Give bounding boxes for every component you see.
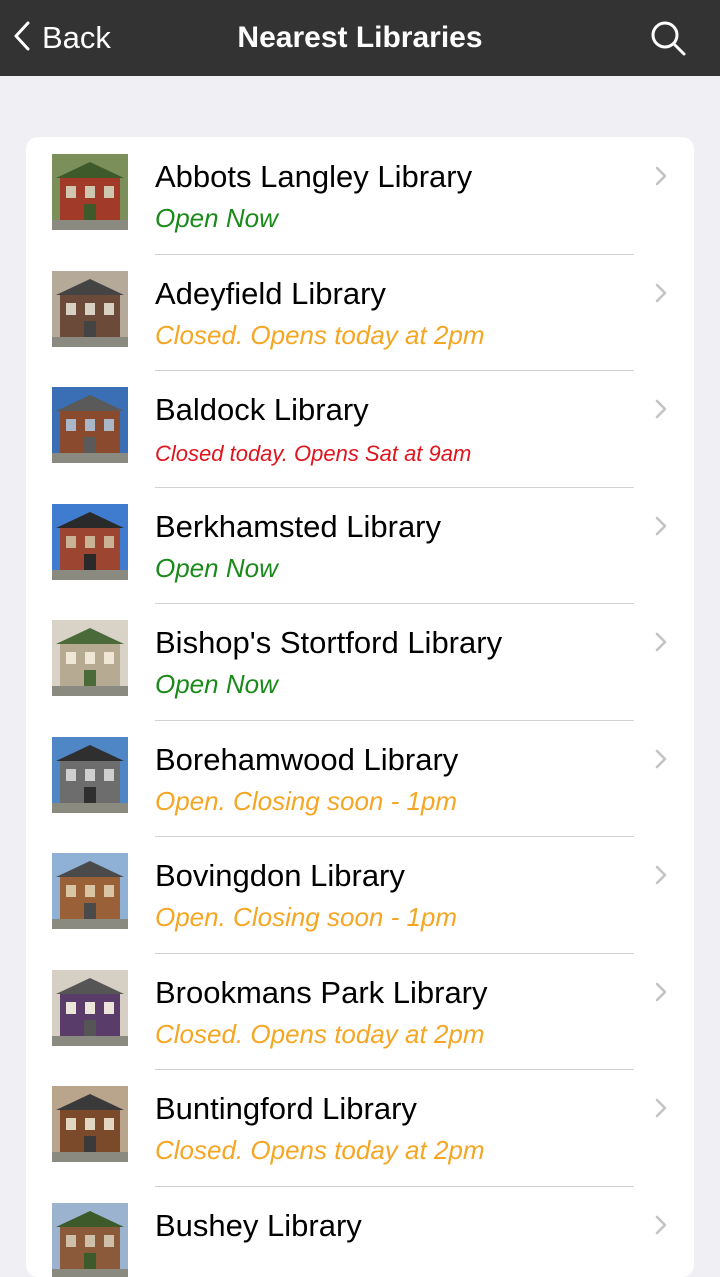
library-row[interactable]: Bushey Library (26, 1186, 694, 1277)
library-status: Open Now (155, 669, 278, 700)
chevron-right-icon (654, 748, 668, 770)
library-name: Bushey Library (155, 1208, 362, 1244)
library-row[interactable]: Borehamwood Library Open. Closing soon -… (26, 720, 694, 837)
library-row[interactable]: Abbots Langley Library Open Now (26, 137, 694, 254)
library-list: Abbots Langley Library Open Now Adeyfiel… (26, 137, 694, 1277)
library-thumbnail (52, 1203, 128, 1277)
chevron-right-icon (654, 165, 668, 187)
building-photo-icon (52, 853, 128, 929)
library-thumbnail (52, 271, 128, 347)
search-icon (648, 45, 688, 62)
library-status: Closed today. Opens Sat at 9am (155, 441, 471, 467)
library-thumbnail (52, 1086, 128, 1162)
library-thumbnail (52, 387, 128, 463)
library-row[interactable]: Bovingdon Library Open. Closing soon - 1… (26, 836, 694, 953)
library-row[interactable]: Buntingford Library Closed. Opens today … (26, 1069, 694, 1186)
library-thumbnail (52, 620, 128, 696)
library-name: Abbots Langley Library (155, 159, 472, 195)
building-photo-icon (52, 620, 128, 696)
chevron-right-icon (654, 864, 668, 886)
chevron-right-icon (654, 1214, 668, 1236)
library-status: Closed. Opens today at 2pm (155, 1135, 485, 1166)
building-photo-icon (52, 154, 128, 230)
library-row[interactable]: Adeyfield Library Closed. Opens today at… (26, 254, 694, 371)
chevron-right-icon (654, 631, 668, 653)
library-row[interactable]: Berkhamsted Library Open Now (26, 487, 694, 604)
search-button[interactable] (648, 18, 688, 58)
library-status: Open Now (155, 203, 278, 234)
library-row[interactable]: Brookmans Park Library Closed. Opens tod… (26, 953, 694, 1070)
library-thumbnail (52, 970, 128, 1046)
library-name: Bovingdon Library (155, 858, 405, 894)
chevron-right-icon (654, 282, 668, 304)
building-photo-icon (52, 1086, 128, 1162)
library-name: Borehamwood Library (155, 742, 458, 778)
library-name: Adeyfield Library (155, 276, 386, 312)
chevron-right-icon (654, 981, 668, 1003)
library-thumbnail (52, 853, 128, 929)
building-photo-icon (52, 1203, 128, 1277)
library-thumbnail (52, 737, 128, 813)
building-photo-icon (52, 737, 128, 813)
library-status: Open. Closing soon - 1pm (155, 786, 457, 817)
library-name: Buntingford Library (155, 1091, 417, 1127)
navigation-bar: Back Nearest Libraries (0, 0, 720, 76)
library-name: Berkhamsted Library (155, 509, 441, 545)
library-row[interactable]: Bishop's Stortford Library Open Now (26, 603, 694, 720)
chevron-right-icon (654, 398, 668, 420)
back-button[interactable]: Back (12, 0, 111, 76)
chevron-right-icon (654, 1097, 668, 1119)
library-name: Bishop's Stortford Library (155, 625, 502, 661)
building-photo-icon (52, 504, 128, 580)
library-status: Open. Closing soon - 1pm (155, 902, 457, 933)
library-row[interactable]: Baldock Library Closed today. Opens Sat … (26, 370, 694, 487)
library-name: Brookmans Park Library (155, 975, 488, 1011)
library-status: Closed. Opens today at 2pm (155, 1019, 485, 1050)
library-status: Open Now (155, 553, 278, 584)
chevron-right-icon (654, 515, 668, 537)
back-label: Back (42, 20, 111, 56)
library-name: Baldock Library (155, 392, 369, 428)
library-status: Closed. Opens today at 2pm (155, 320, 485, 351)
chevron-left-icon (12, 20, 42, 57)
library-thumbnail (52, 154, 128, 230)
library-thumbnail (52, 504, 128, 580)
building-photo-icon (52, 387, 128, 463)
building-photo-icon (52, 271, 128, 347)
building-photo-icon (52, 970, 128, 1046)
